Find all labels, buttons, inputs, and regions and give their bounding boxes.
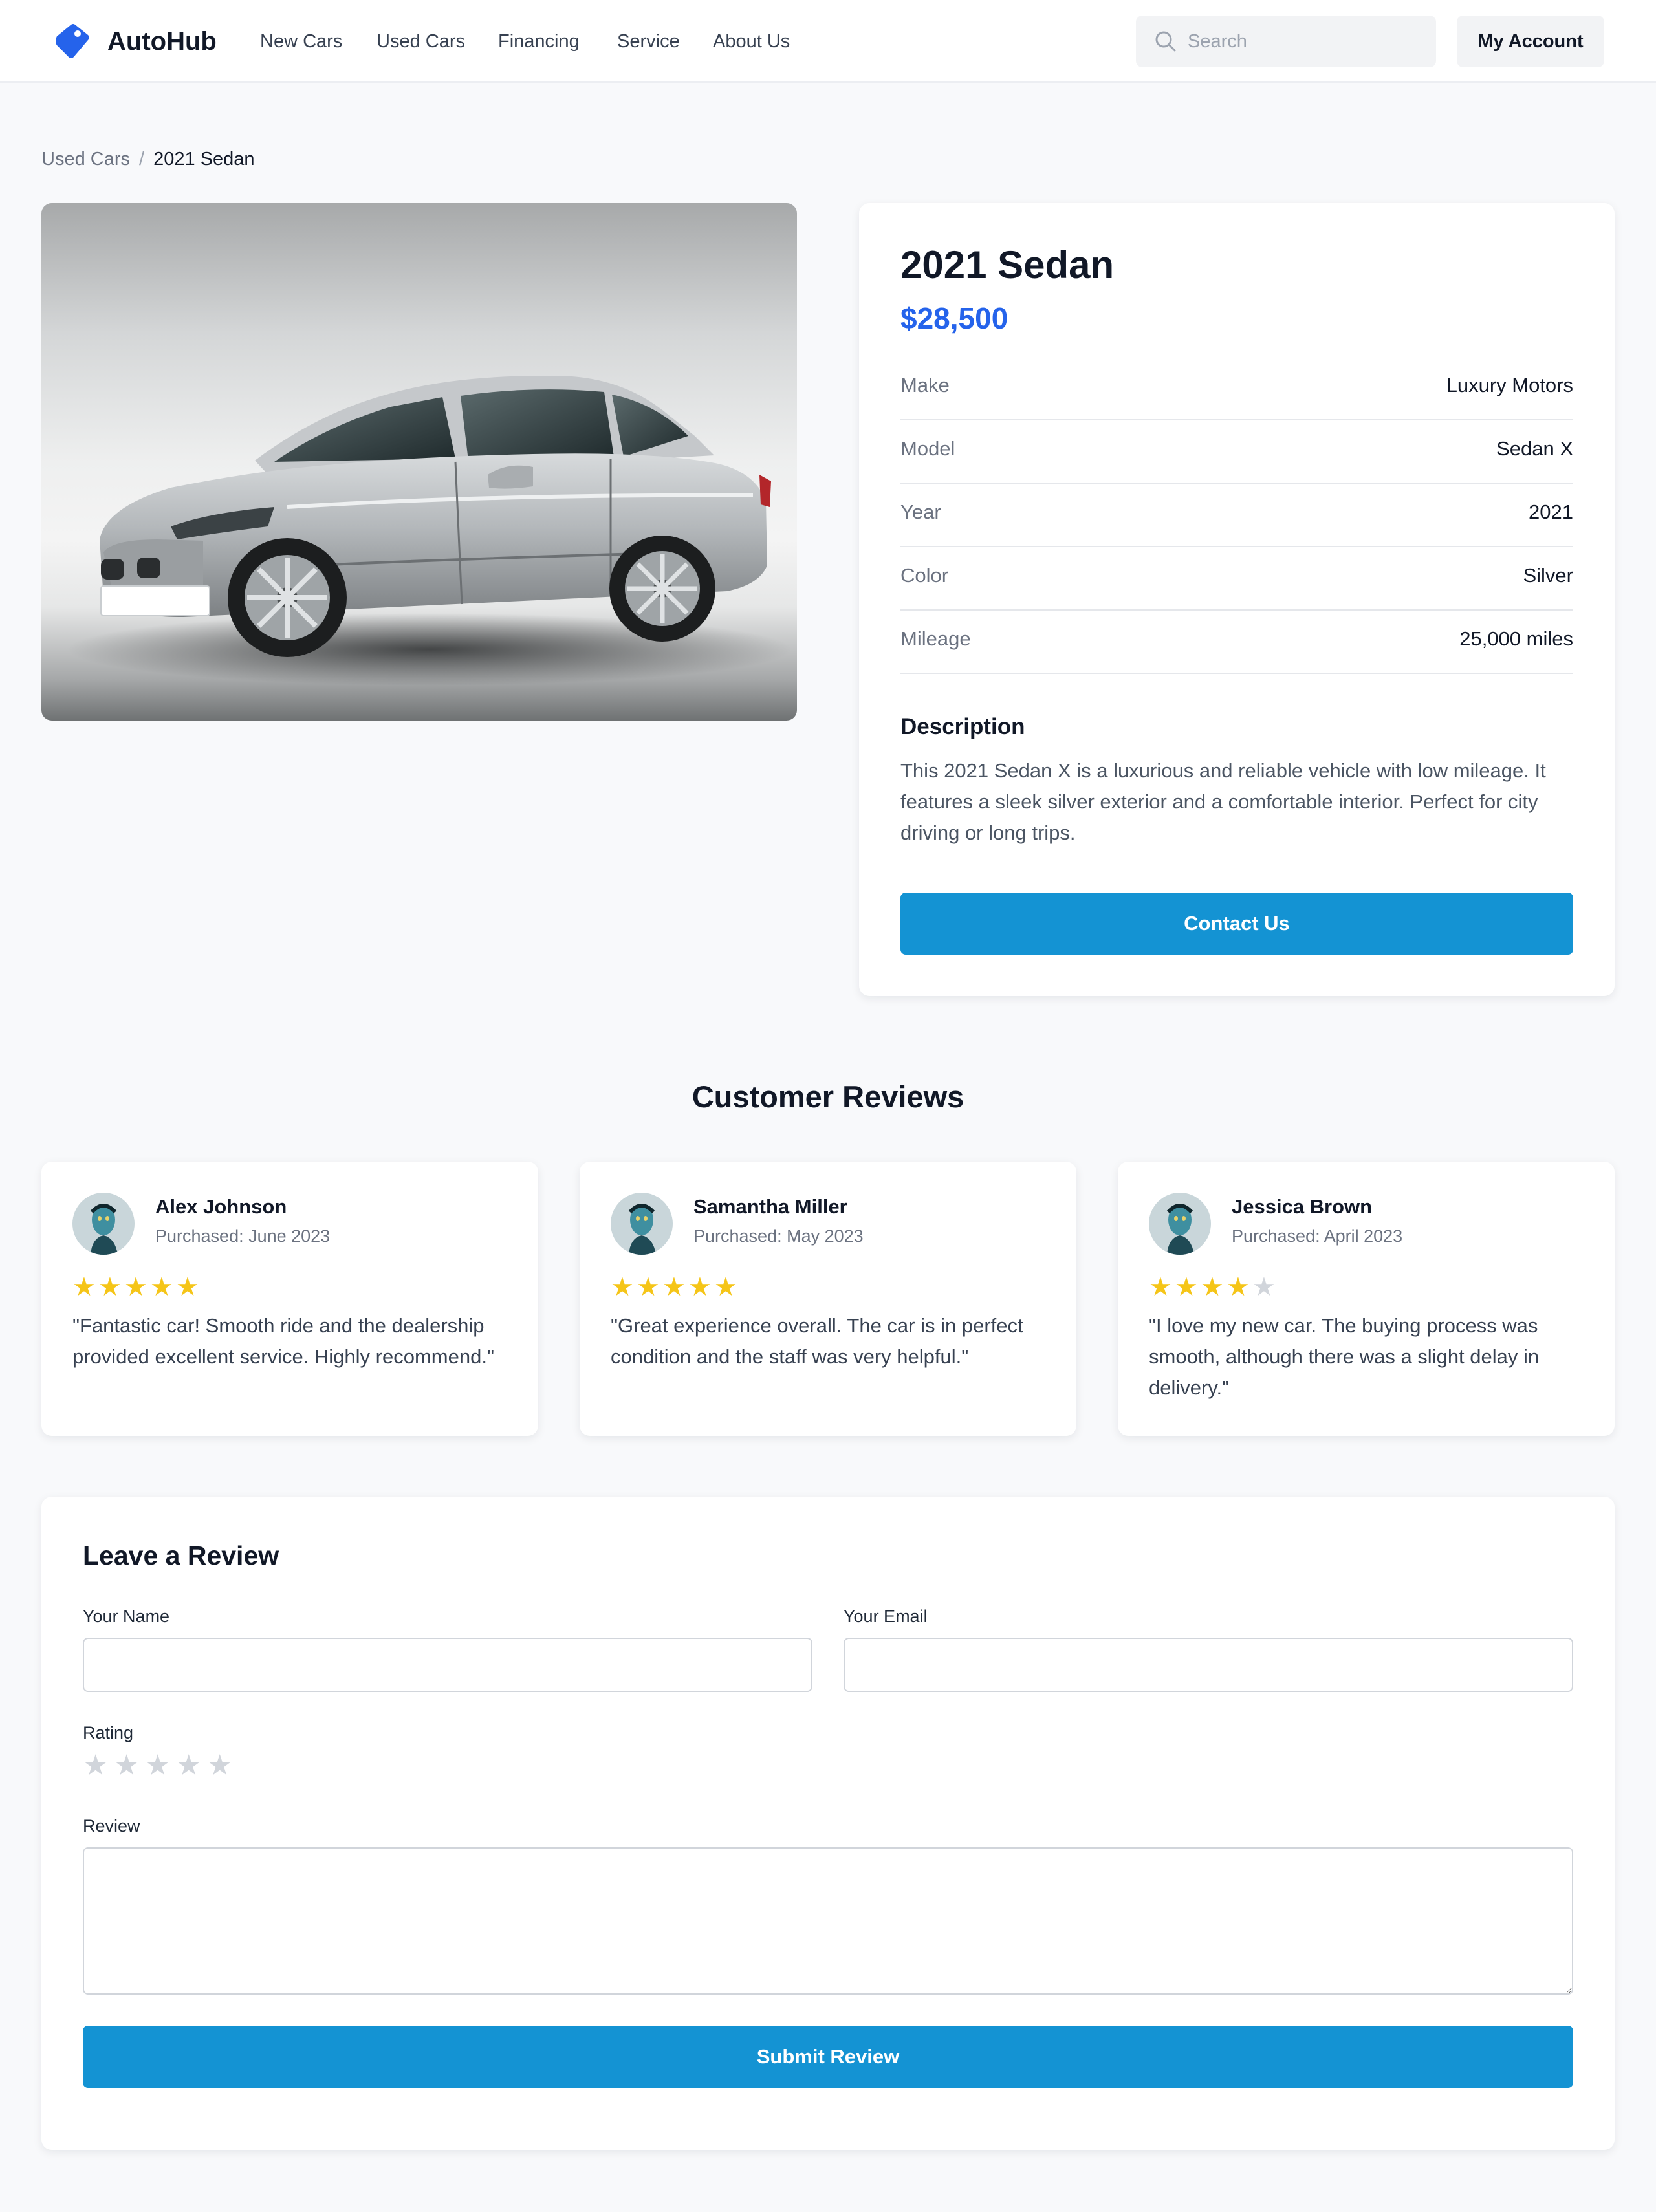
- email-label: Your Email: [844, 1607, 928, 1626]
- spec-label: Mileage: [900, 627, 971, 650]
- nav-service[interactable]: Service: [617, 28, 680, 54]
- form-title: Leave a Review: [83, 1541, 279, 1570]
- spec-value: Sedan X: [1496, 437, 1573, 460]
- avatar-icon: [72, 1193, 135, 1255]
- nav-about-us[interactable]: About Us: [713, 28, 790, 54]
- car-details-card: 2021 Sedan $28,500 Make Luxury Motors Mo…: [859, 203, 1615, 996]
- breadcrumb: Used Cars / 2021 Sedan: [41, 146, 255, 172]
- name-input[interactable]: [83, 1638, 812, 1692]
- spec-row-mileage: Mileage 25,000 miles: [900, 611, 1573, 674]
- breadcrumb-separator: /: [139, 149, 145, 169]
- submit-review-button[interactable]: Submit Review: [83, 2026, 1573, 2088]
- leave-review-form: Leave a Review Your Name Your Email Rati…: [41, 1497, 1615, 2150]
- spec-label: Year: [900, 501, 941, 523]
- purchase-date: Purchased: April 2023: [1232, 1226, 1403, 1246]
- avatar-icon: [1149, 1193, 1211, 1255]
- star-icon[interactable]: ★: [114, 1750, 145, 1781]
- spec-value: Silver: [1523, 564, 1573, 587]
- review-text: "I love my new car. The buying process w…: [1149, 1314, 1540, 1399]
- search-box: [1136, 16, 1436, 67]
- reviewer-name: Alex Johnson: [155, 1195, 287, 1218]
- star-icon: ★: [688, 1273, 712, 1301]
- star-icon: ★: [72, 1273, 96, 1301]
- spec-label: Color: [900, 564, 949, 587]
- review-text: "Fantastic car! Smooth ride and the deal…: [72, 1314, 494, 1368]
- star-icon: ★: [714, 1273, 737, 1301]
- star-icon: ★: [611, 1273, 634, 1301]
- star-icon: ★: [662, 1273, 686, 1301]
- breadcrumb-current: 2021 Sedan: [153, 149, 255, 169]
- star-icon[interactable]: ★: [145, 1750, 176, 1781]
- star-icon: ★: [98, 1273, 122, 1301]
- avatar-icon: [611, 1193, 673, 1255]
- nav-used-cars[interactable]: Used Cars: [376, 28, 465, 54]
- rating-label: Rating: [83, 1723, 134, 1742]
- star-icon: ★: [1201, 1273, 1224, 1301]
- car-illustration: [67, 376, 792, 686]
- nav-financing[interactable]: Financing: [498, 28, 580, 54]
- purchase-date: Purchased: May 2023: [693, 1226, 864, 1246]
- review-rating: ★ ★ ★ ★ ★: [72, 1274, 202, 1300]
- reviews-title: Customer Reviews: [692, 1079, 964, 1114]
- purchase-date: Purchased: June 2023: [155, 1226, 331, 1246]
- autohub-logo-icon[interactable]: [52, 22, 92, 61]
- email-input[interactable]: [844, 1638, 1573, 1692]
- car-price: $28,500: [900, 301, 1008, 335]
- star-icon[interactable]: ★: [207, 1750, 238, 1781]
- breadcrumb-used-cars[interactable]: Used Cars: [41, 149, 130, 169]
- spec-row-model: Model Sedan X: [900, 420, 1573, 484]
- spec-label: Make: [900, 374, 950, 396]
- star-icon: ★: [637, 1273, 660, 1301]
- review-textarea[interactable]: [83, 1847, 1573, 1995]
- description-heading: Description: [900, 714, 1025, 739]
- star-icon: ★: [1149, 1273, 1172, 1301]
- avatar: [611, 1193, 673, 1255]
- search-input[interactable]: [1188, 16, 1427, 67]
- spec-row-year: Year 2021: [900, 484, 1573, 547]
- avatar: [1149, 1193, 1211, 1255]
- star-icon: ★: [1175, 1273, 1198, 1301]
- reviewer-name: Jessica Brown: [1232, 1195, 1373, 1218]
- review-card: Samantha Miller Purchased: May 2023 ★ ★ ★ ★…: [580, 1162, 1076, 1436]
- contact-us-button[interactable]: Contact Us: [900, 893, 1573, 955]
- nav-new-cars[interactable]: New Cars: [260, 28, 342, 54]
- star-icon: ★: [150, 1273, 173, 1301]
- description-text: This 2021 Sedan X is a luxurious and rel…: [900, 759, 1546, 844]
- star-icon: ★: [1252, 1273, 1276, 1301]
- star-icon: ★: [1226, 1273, 1250, 1301]
- star-icon[interactable]: ★: [83, 1750, 114, 1781]
- spec-row-make: Make Luxury Motors: [900, 357, 1573, 420]
- review-label: Review: [83, 1816, 140, 1836]
- star-icon: ★: [124, 1273, 147, 1301]
- spec-label: Model: [900, 437, 955, 460]
- star-icon[interactable]: ★: [176, 1750, 207, 1781]
- avatar: [72, 1193, 135, 1255]
- spec-value: 25,000 miles: [1459, 627, 1573, 650]
- star-icon: ★: [176, 1273, 199, 1301]
- my-account-button[interactable]: My Account: [1457, 16, 1604, 67]
- spec-value: Luxury Motors: [1446, 374, 1573, 396]
- brand-name[interactable]: AutoHub: [107, 25, 217, 58]
- review-rating: ★ ★ ★ ★ ★: [1149, 1274, 1278, 1300]
- review-card: Alex Johnson Purchased: June 2023 ★ ★ ★ ★ ★ …: [41, 1162, 538, 1436]
- reviewer-name: Samantha Miller: [693, 1195, 847, 1218]
- name-label: Your Name: [83, 1607, 170, 1626]
- top-navbar: AutoHub New Cars Used Cars Financing Ser…: [0, 0, 1656, 83]
- rating-selector: ★ ★ ★ ★ ★: [83, 1750, 238, 1781]
- spec-value: 2021: [1529, 501, 1573, 523]
- car-photo: [41, 203, 797, 721]
- review-rating: ★ ★ ★ ★ ★: [611, 1274, 740, 1300]
- review-card: Jessica Brown Purchased: April 2023 ★ ★ ★ ★…: [1118, 1162, 1615, 1436]
- car-title: 2021 Sedan: [900, 243, 1115, 287]
- review-text: "Great experience overall. The car is in…: [611, 1314, 1023, 1368]
- search-icon: [1155, 31, 1176, 52]
- spec-row-color: Color Silver: [900, 547, 1573, 611]
